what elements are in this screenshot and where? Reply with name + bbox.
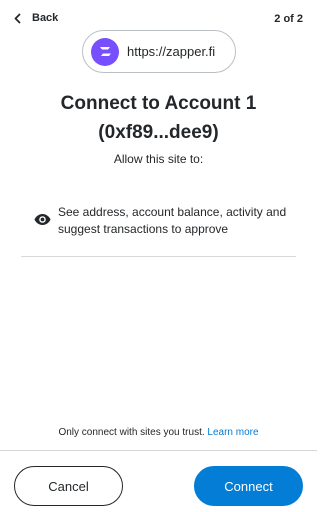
cancel-button[interactable]: Cancel xyxy=(14,466,123,506)
site-url: https://zapper.fi xyxy=(127,44,216,59)
account-address: (0xf89...dee9) xyxy=(98,122,219,143)
divider xyxy=(21,256,296,257)
page-title: Connect to Account 1 xyxy=(60,93,257,114)
back-label: Back xyxy=(32,12,59,24)
permissions-subtitle: Allow this site to: xyxy=(113,152,204,166)
connect-button[interactable]: Connect xyxy=(194,466,303,506)
permission-item: See address, account balance, activity a… xyxy=(34,204,294,238)
chevron-left-icon xyxy=(14,13,21,23)
trust-note: Only connect with sites you trust. Learn… xyxy=(0,427,317,438)
permission-text: See address, account balance, activity a… xyxy=(58,205,287,236)
learn-more-link[interactable]: Learn more xyxy=(207,427,258,438)
site-origin-pill: https://zapper.fi xyxy=(82,30,236,73)
eye-icon xyxy=(34,214,51,225)
trust-note-text: Only connect with sites you trust. xyxy=(58,427,205,438)
footer-divider xyxy=(0,450,317,451)
back-button[interactable]: Back xyxy=(12,12,58,24)
step-indicator: 2 of 2 xyxy=(274,13,303,25)
zapper-logo-icon xyxy=(91,37,119,66)
